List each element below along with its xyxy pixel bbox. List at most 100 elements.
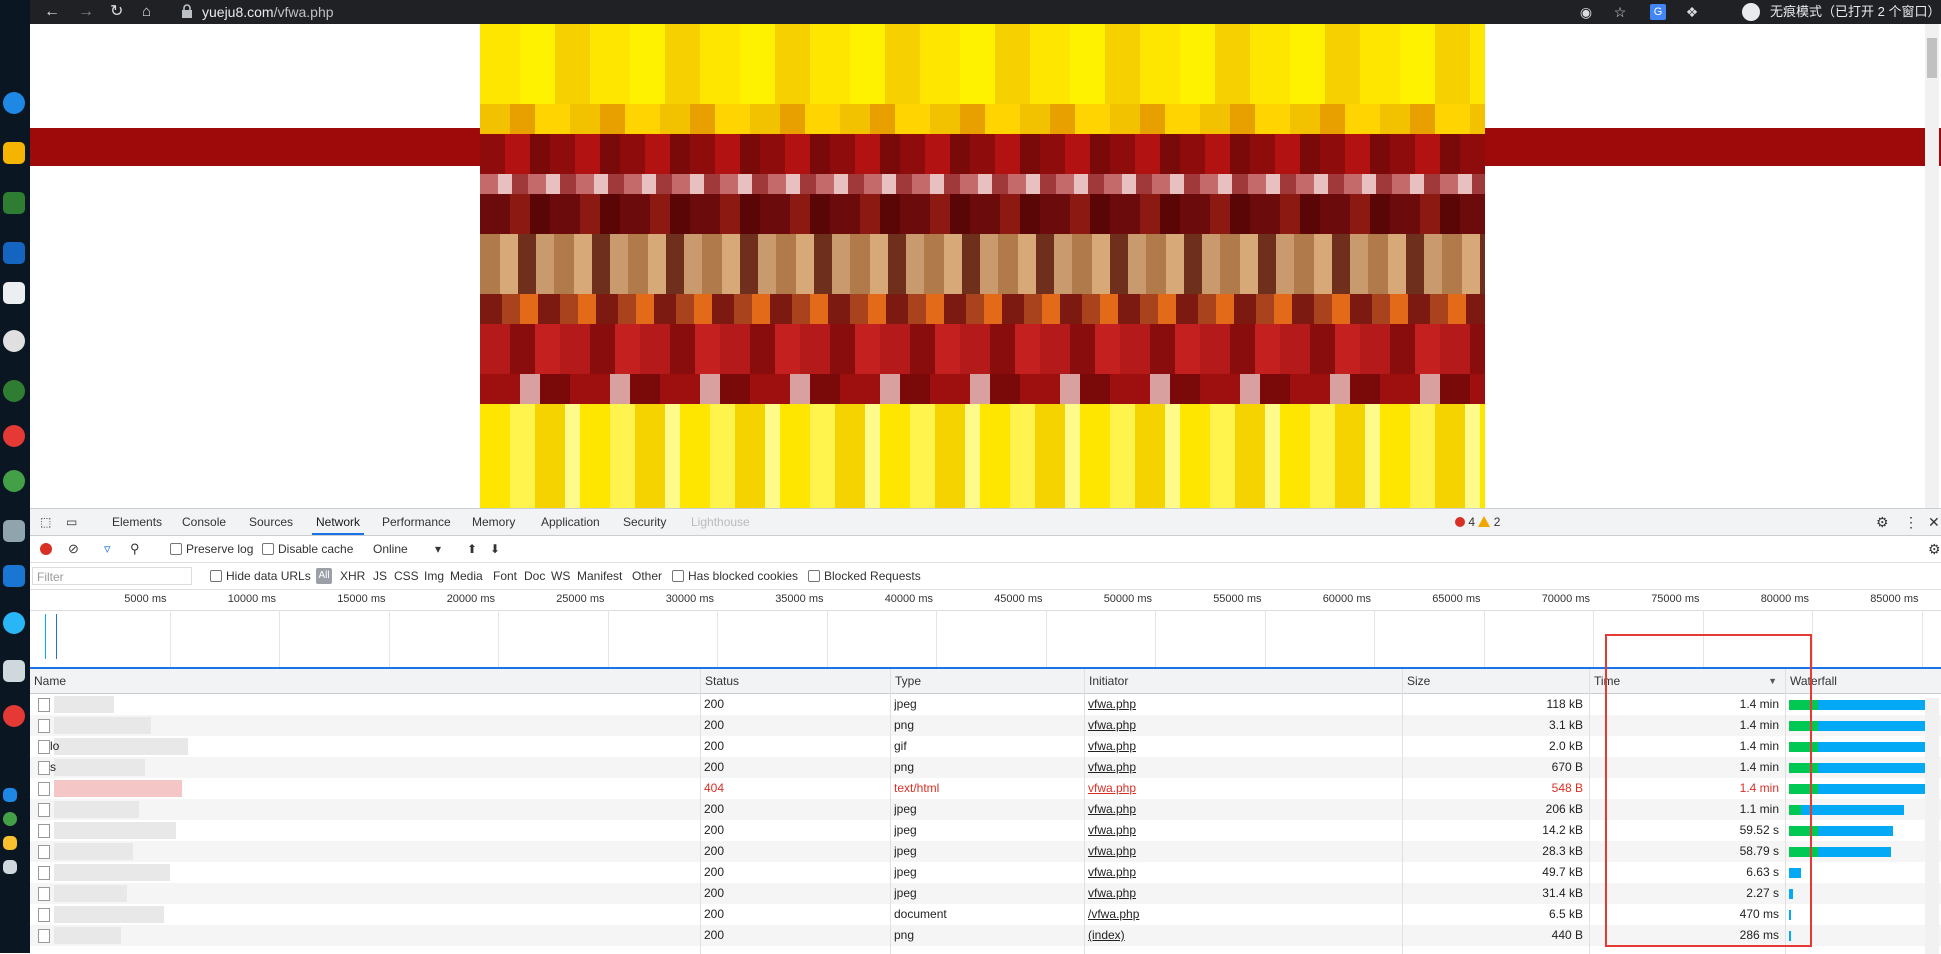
filter-input[interactable]: Filter [32, 567, 192, 585]
request-status: 200 [704, 865, 725, 879]
filter-type-ws[interactable]: WS [551, 563, 570, 589]
settings-gear-icon[interactable]: ⚙ [1876, 509, 1889, 535]
app-icon[interactable] [3, 330, 25, 352]
throttling-select[interactable]: Online ▾ [373, 536, 457, 562]
filter-type-css[interactable]: CSS [394, 563, 419, 589]
app-icon[interactable] [3, 660, 25, 682]
tab-performance[interactable]: Performance [382, 509, 451, 535]
close-devtools-icon[interactable]: ✕ [1928, 509, 1940, 535]
store-icon[interactable] [3, 192, 25, 214]
app-icon[interactable] [3, 470, 25, 492]
filter-type-manifest[interactable]: Manifest [577, 563, 622, 589]
star-icon[interactable]: ☆ [1612, 4, 1628, 20]
request-initiator-link[interactable]: vfwa.php [1088, 820, 1388, 841]
request-initiator-link[interactable]: vfwa.php [1088, 799, 1388, 820]
request-initiator-link[interactable]: vfwa.php [1088, 862, 1388, 883]
url-path: /vfwa.php [273, 4, 334, 20]
request-initiator-link[interactable]: vfwa.php [1088, 841, 1388, 862]
filter-type-media[interactable]: Media [450, 563, 483, 589]
volume-icon[interactable] [3, 860, 17, 874]
preserve-log-label: Preserve log [186, 542, 254, 556]
search-icon[interactable]: ⚲ [130, 536, 140, 562]
request-initiator-link[interactable]: vfwa.php [1088, 778, 1388, 799]
tab-network[interactable]: Network [312, 509, 365, 535]
tab-application[interactable]: Application [541, 509, 600, 535]
request-status: 200 [704, 907, 725, 921]
hide-data-urls-checkbox[interactable]: Hide data URLs [210, 563, 311, 589]
filter-icon[interactable]: ▿ [104, 536, 111, 562]
back-icon[interactable]: ← [44, 2, 60, 22]
page-scrollbar-thumb[interactable] [1927, 38, 1937, 78]
app-icon[interactable] [3, 612, 25, 634]
filter-type-doc[interactable]: Doc [524, 563, 545, 589]
filter-type-font[interactable]: Font [493, 563, 517, 589]
incognito-icon[interactable] [1742, 3, 1760, 21]
blocked-requests-checkbox[interactable]: Blocked Requests [808, 563, 921, 589]
request-initiator-link[interactable]: /vfwa.php [1088, 904, 1388, 925]
reload-icon[interactable]: ↻ [110, 2, 123, 22]
chrome-icon[interactable] [3, 425, 25, 447]
has-blocked-cookies-checkbox[interactable]: Has blocked cookies [672, 563, 798, 589]
forward-icon[interactable]: → [78, 2, 94, 22]
inspect-element-icon[interactable]: ⬚ [40, 509, 51, 535]
column-header-initiator[interactable]: Initiator [1084, 669, 1402, 693]
column-divider [890, 669, 891, 954]
filter-type-xhr[interactable]: XHR [340, 563, 365, 589]
filter-type-img[interactable]: Img [424, 563, 444, 589]
overview-gridline [1593, 610, 1594, 667]
request-initiator-link[interactable]: vfwa.php [1088, 883, 1388, 904]
overview-gridline [1264, 610, 1266, 667]
translate-icon[interactable]: G [1650, 4, 1666, 20]
request-initiator-link[interactable]: vfwa.php [1088, 715, 1388, 736]
device-toolbar-icon[interactable]: ▭ [66, 509, 77, 535]
overview-tick-label: 45000 ms [994, 593, 1043, 605]
error-count: 4 [1468, 515, 1476, 529]
export-har-icon[interactable]: ⬇ [490, 536, 500, 562]
extensions-icon[interactable]: ❖ [1684, 4, 1700, 20]
table-scrollbar[interactable] [1925, 698, 1939, 954]
column-header-size[interactable]: Size [1402, 669, 1589, 693]
eye-off-icon[interactable]: ◉ [1578, 4, 1594, 20]
filter-type-js[interactable]: JS [373, 563, 387, 589]
column-header-name[interactable]: Name [30, 669, 700, 693]
filter-all-button[interactable]: All [316, 568, 332, 584]
request-type: gif [894, 739, 907, 753]
more-options-icon[interactable]: ⋮ [1904, 509, 1918, 535]
request-initiator-link[interactable]: vfwa.php [1088, 694, 1388, 715]
record-icon[interactable] [40, 543, 52, 555]
address-bar[interactable]: yueju8.com/vfwa.php [202, 3, 334, 21]
tab-memory[interactable]: Memory [472, 509, 515, 535]
mail-icon[interactable] [3, 242, 25, 264]
page-scrollbar[interactable] [1925, 24, 1939, 508]
weibo-icon[interactable] [3, 705, 25, 727]
lock-icon[interactable] [180, 3, 194, 19]
incognito-label[interactable]: 无痕模式（已打开 2 个窗口） [1770, 4, 1940, 20]
edge-icon[interactable] [3, 92, 25, 114]
app-icon[interactable] [3, 520, 25, 542]
request-initiator-link[interactable]: vfwa.php [1088, 736, 1388, 757]
request-initiator-link[interactable]: vfwa.php [1088, 757, 1388, 778]
disable-cache-checkbox[interactable]: Disable cache [262, 536, 353, 562]
issues-counter[interactable]: 4 2 [1455, 515, 1500, 529]
preserve-log-checkbox[interactable]: Preserve log [170, 536, 253, 562]
filter-type-other[interactable]: Other [632, 563, 662, 589]
clear-icon[interactable]: ⊘ [68, 536, 79, 562]
app-icon[interactable] [3, 565, 25, 587]
request-status: 200 [704, 886, 725, 900]
tab-sources[interactable]: Sources [249, 509, 293, 535]
banner-image [480, 24, 1485, 508]
column-header-status[interactable]: Status [700, 669, 890, 693]
chevron-down-icon: ▾ [435, 542, 442, 556]
tab-console[interactable]: Console [182, 509, 226, 535]
column-header-type[interactable]: Type [890, 669, 1084, 693]
app-icon[interactable] [3, 142, 25, 164]
tab-security[interactable]: Security [623, 509, 666, 535]
import-har-icon[interactable]: ⬆ [467, 536, 477, 562]
wechat-icon[interactable] [3, 380, 25, 402]
request-initiator-link[interactable]: (index) [1088, 925, 1388, 946]
file-icon[interactable] [3, 282, 25, 304]
tab-elements[interactable]: Elements [112, 509, 162, 535]
tab-lighthouse[interactable]: Lighthouse [691, 509, 750, 535]
home-icon[interactable]: ⌂ [142, 2, 151, 22]
network-settings-gear-icon[interactable]: ⚙ [1928, 536, 1941, 562]
